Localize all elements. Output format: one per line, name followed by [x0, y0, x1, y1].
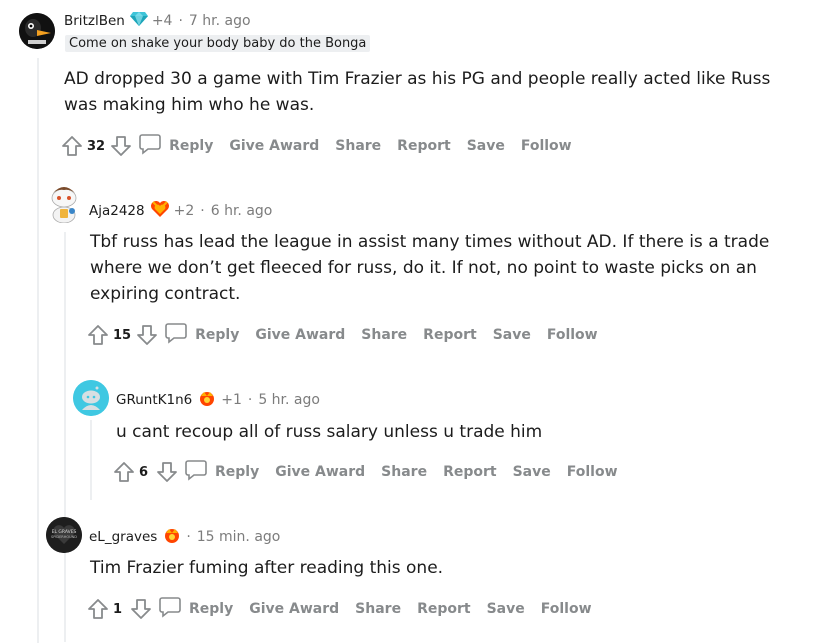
follow-button[interactable]: Follow [547, 327, 598, 343]
vote-score: 32 [87, 138, 106, 154]
upvote-icon[interactable] [113, 461, 135, 483]
upvote-icon[interactable] [87, 598, 109, 620]
crown-award-icon [197, 388, 217, 412]
separator: · [186, 529, 191, 545]
reply-button[interactable]: Reply [184, 459, 259, 485]
share-button[interactable]: Share [335, 138, 381, 154]
give-award-button[interactable]: Give Award [229, 138, 319, 154]
award-count: +4 [151, 13, 173, 29]
comment-body: Tbf russ has lead the league in assist m… [90, 232, 770, 304]
comment-body: Tim Frazier fuming after reading this on… [90, 558, 444, 578]
vote-score: 6 [139, 464, 149, 480]
award-count: +2 [173, 203, 195, 219]
separator: · [247, 392, 253, 408]
save-button[interactable]: Save [513, 464, 551, 480]
comment-actions: 1 Reply Give Award Share Report Save Fol… [87, 596, 608, 622]
thread-line[interactable] [37, 58, 39, 643]
upvote-icon[interactable] [87, 324, 109, 346]
reply-button[interactable]: Reply [138, 133, 213, 159]
vote-score: 1 [113, 601, 123, 617]
follow-button[interactable]: Follow [521, 138, 572, 154]
report-button[interactable]: Report [397, 138, 451, 154]
avatar[interactable]: EL GRAVES SPIDERHOUND [46, 517, 82, 553]
svg-text:SPIDERHOUND: SPIDERHOUND [51, 535, 77, 539]
timestamp[interactable]: 15 min. ago [197, 529, 281, 545]
thread-line[interactable] [64, 232, 66, 642]
downvote-icon[interactable] [130, 598, 152, 620]
reply-label: Reply [195, 327, 240, 343]
reply-icon [138, 133, 162, 159]
comment-actions: 32 Reply Give Award Share Report Save Fo… [61, 133, 588, 159]
avatar[interactable] [46, 183, 82, 223]
avatar[interactable] [19, 13, 55, 49]
downvote-icon[interactable] [136, 324, 158, 346]
save-button[interactable]: Save [493, 327, 531, 343]
separator: · [178, 13, 183, 29]
comment-meta: BritzlBen +4 · 7 hr. ago [64, 11, 251, 31]
report-button[interactable]: Report [443, 464, 497, 480]
username[interactable]: Aja2428 [89, 203, 145, 219]
give-award-button[interactable]: Give Award [255, 327, 345, 343]
separator: · [200, 203, 205, 219]
share-button[interactable]: Share [361, 327, 407, 343]
crown-award-icon [162, 525, 182, 549]
reply-icon [184, 459, 208, 485]
username[interactable]: GRuntK1n6 [116, 392, 192, 408]
follow-button[interactable]: Follow [567, 464, 618, 480]
comment-meta: eL_graves · 15 min. ago [89, 525, 280, 549]
share-button[interactable]: Share [355, 601, 401, 617]
reply-button[interactable]: Reply [164, 322, 239, 348]
report-button[interactable]: Report [423, 327, 477, 343]
reply-button[interactable]: Reply [158, 596, 233, 622]
timestamp[interactable]: 7 hr. ago [189, 13, 251, 29]
report-button[interactable]: Report [417, 601, 471, 617]
comment-meta: GRuntK1n6 +1 · 5 hr. ago [116, 388, 320, 412]
comment-body: u cant recoup all of russ salary unless … [116, 422, 543, 442]
comment-actions: 15 Reply Give Award Share Report Save Fo… [87, 322, 614, 348]
avatar[interactable] [73, 380, 109, 416]
reply-icon [158, 596, 182, 622]
save-button[interactable]: Save [487, 601, 525, 617]
username[interactable]: eL_graves [89, 529, 157, 545]
vote-score: 15 [113, 327, 132, 343]
comment-body: AD dropped 30 a game with Tim Frazier as… [64, 69, 771, 115]
comment-actions: 6 Reply Give Award Share Report Save Fol… [113, 459, 634, 485]
username[interactable]: BritzlBen [64, 13, 125, 29]
upvote-icon[interactable] [61, 135, 83, 157]
follow-button[interactable]: Follow [541, 601, 592, 617]
give-award-button[interactable]: Give Award [249, 601, 339, 617]
heart-award-icon [150, 199, 170, 223]
diamond-award-icon [129, 11, 148, 31]
award-count: +1 [221, 392, 242, 408]
save-button[interactable]: Save [467, 138, 505, 154]
share-button[interactable]: Share [381, 464, 427, 480]
user-flair: Come on shake your body baby do the Bong… [65, 35, 371, 52]
timestamp[interactable]: 5 hr. ago [258, 392, 320, 408]
reply-label: Reply [189, 601, 234, 617]
timestamp[interactable]: 6 hr. ago [211, 203, 273, 219]
thread-line[interactable] [90, 420, 92, 500]
downvote-icon[interactable] [110, 135, 132, 157]
comment-meta: Aja2428 +2 · 6 hr. ago [89, 199, 272, 223]
give-award-button[interactable]: Give Award [275, 464, 365, 480]
downvote-icon[interactable] [156, 461, 178, 483]
reply-icon [164, 322, 188, 348]
reply-label: Reply [215, 464, 260, 480]
reply-label: Reply [169, 138, 214, 154]
